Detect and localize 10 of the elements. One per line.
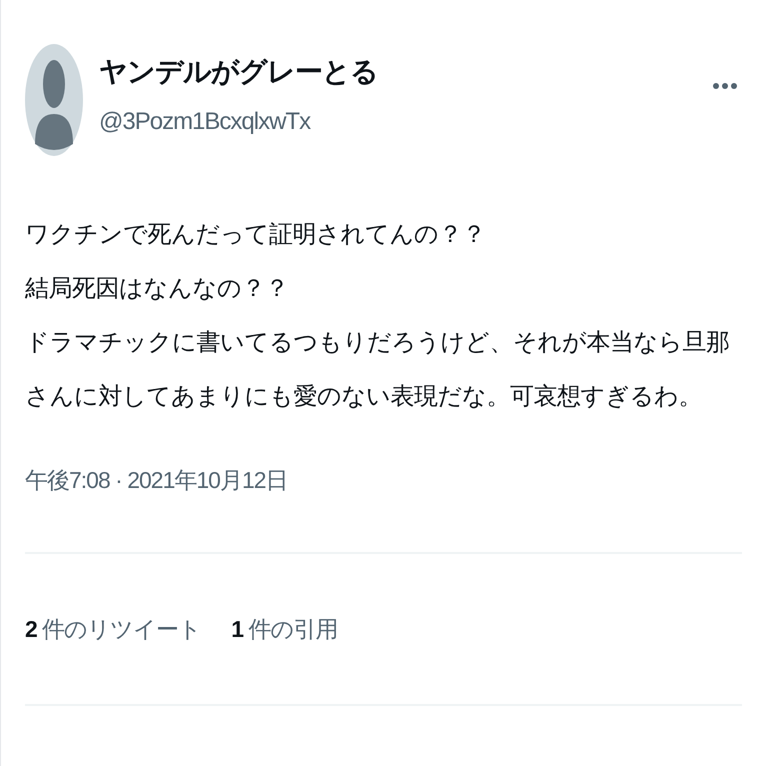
- tweet-text-line: さんに対してあまりにも愛のない表現だな。可哀想すぎるわ。: [25, 382, 703, 412]
- tweet-text-line: ワクチンで死んだって証明されてんの？？: [25, 220, 486, 250]
- display-name[interactable]: ヤンデルがグレーとる: [99, 52, 712, 92]
- more-options-icon[interactable]: [712, 82, 738, 90]
- tweet-text-line: ドラマチックに書いてるつもりだろうけど、それが本当なら旦那: [25, 328, 730, 358]
- tweet-text-line: 結局死因はなんなの？？: [25, 274, 290, 304]
- timestamp[interactable]: 午後7:08 · 2021年10月12日: [25, 464, 742, 496]
- user-handle[interactable]: @3Pozm1BcxqlxwTx: [99, 106, 712, 138]
- engagement-stat[interactable]: 2 件のリツイート: [25, 612, 202, 646]
- engagement-stat[interactable]: 1 件の引用: [231, 612, 338, 646]
